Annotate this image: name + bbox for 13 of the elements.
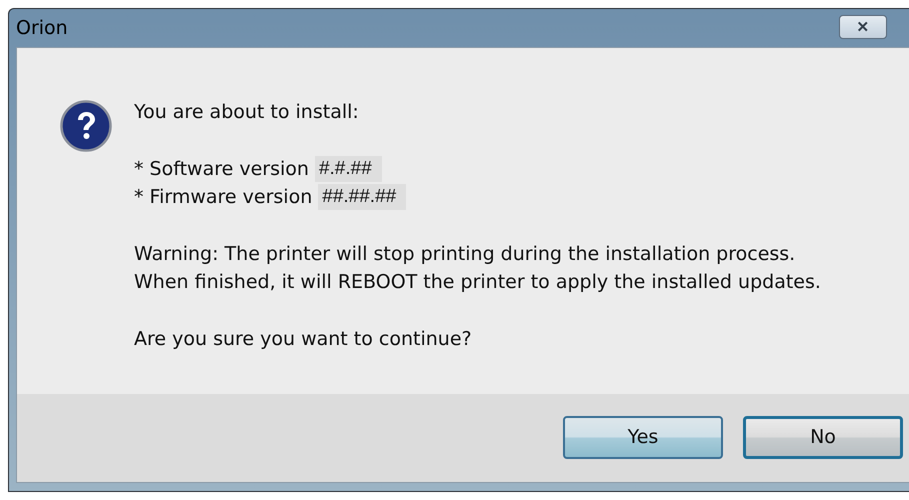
question-icon	[60, 100, 112, 152]
dialog-button[interactable]: No	[743, 416, 903, 458]
dialog-button[interactable]: Yes	[563, 416, 723, 458]
warning-text: When finished, it will REBOOT the printer to apply the installed updates.	[134, 270, 821, 295]
warning-text: Warning: The printer will stop printing during the installation process.	[134, 242, 796, 267]
confirm-question: Are you sure you want to continue?	[134, 327, 473, 352]
message-heading: You are about to install:	[134, 100, 360, 125]
version-label: * Software version	[134, 157, 309, 182]
window-title: Orion	[16, 17, 68, 39]
version-value: #.#.##	[314, 156, 382, 182]
close-button[interactable]: ✕	[839, 15, 887, 39]
version-label: * Firmware version	[134, 185, 312, 210]
version-value: ##.##.##	[318, 184, 406, 210]
